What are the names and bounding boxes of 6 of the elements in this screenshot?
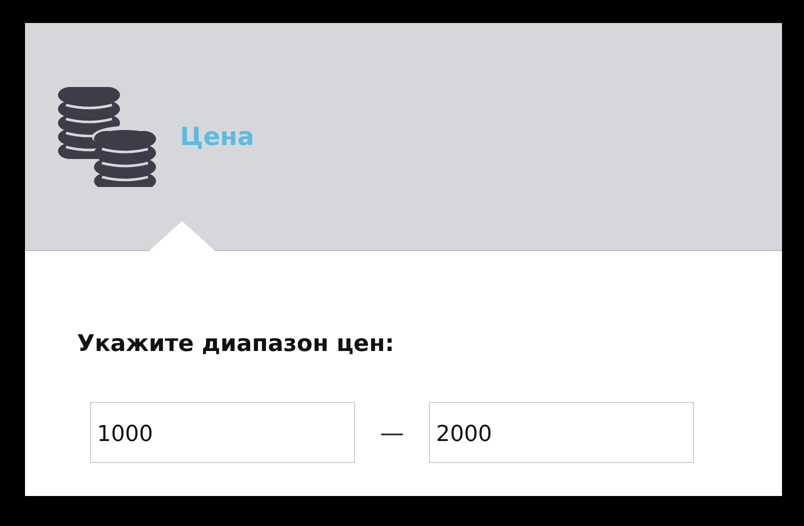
range-label: Укажите диапазон цен: <box>77 331 396 357</box>
section-title: Цена <box>180 122 254 151</box>
min-price-field[interactable]: 1000 <box>90 402 355 463</box>
max-price-field[interactable]: 2000 <box>429 402 694 463</box>
coins-icon <box>58 86 156 186</box>
range-separator: — <box>380 418 404 446</box>
